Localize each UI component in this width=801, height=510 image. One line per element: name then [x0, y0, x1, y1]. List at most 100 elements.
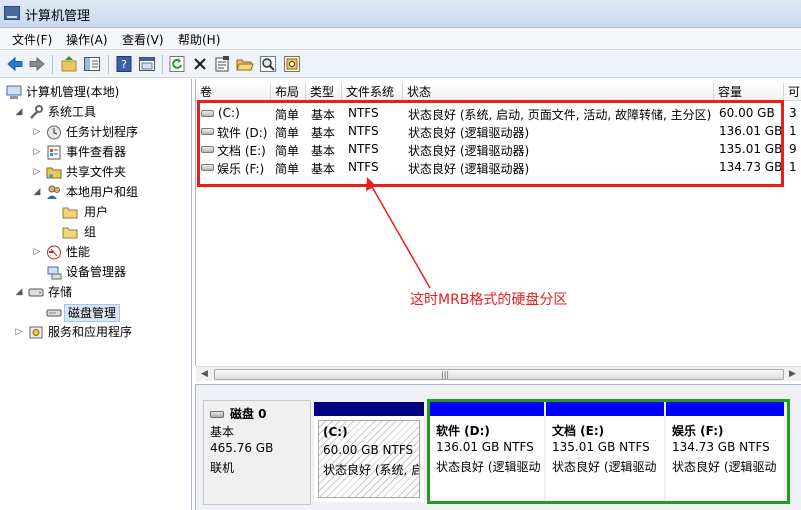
column-status[interactable]: 状态	[403, 83, 714, 101]
event-viewer-icon	[46, 145, 62, 160]
tree-item-storage[interactable]: ◢ 存储	[4, 283, 184, 302]
refresh-icon[interactable]	[168, 55, 186, 73]
clock-icon	[46, 125, 62, 140]
disk-size: 465.76 GB	[210, 441, 274, 455]
help-icon[interactable]: ?	[115, 55, 133, 73]
tree-item-task-scheduler[interactable]: ▷ 任务计划程序	[4, 123, 184, 142]
highlight-box	[197, 100, 784, 187]
delete-icon[interactable]	[191, 55, 209, 73]
tree-label: 性能	[66, 245, 91, 259]
computer-management-icon	[4, 6, 20, 20]
tree-label: 设备管理器	[66, 265, 127, 279]
column-type[interactable]: 类型	[306, 83, 342, 101]
users-icon	[46, 185, 62, 200]
console-view-icon[interactable]	[138, 55, 156, 73]
extended-partition-border	[427, 399, 790, 504]
menu-view[interactable]: 查看(V)	[122, 31, 164, 48]
tree-label: 本地用户和组	[66, 185, 139, 199]
column-header-row: 卷 布局 类型 文件系统 状态 容量 可	[196, 83, 801, 101]
collapse-arrow-icon[interactable]: ▷	[14, 323, 24, 342]
forward-icon[interactable]	[28, 55, 46, 73]
column-volume[interactable]: 卷	[196, 83, 271, 101]
folder-icon	[62, 205, 78, 220]
collapse-arrow-icon[interactable]: ▷	[32, 243, 42, 262]
tree-label: 系统工具	[48, 105, 97, 119]
partition-name: (C:)	[323, 425, 348, 439]
show-hide-tree-icon[interactable]	[83, 55, 101, 73]
horizontal-scrollbar[interactable]: ◀ ||| ▶	[196, 366, 801, 381]
expand-arrow-icon[interactable]: ◢	[32, 183, 42, 202]
tree-item-root[interactable]: 计算机管理(本地)	[4, 83, 184, 102]
services-icon	[28, 325, 44, 340]
disk-kind: 基本	[210, 425, 235, 439]
tree-item-event-viewer[interactable]: ▷ 事件查看器	[4, 143, 184, 162]
tree-label: 服务和应用程序	[48, 325, 133, 339]
storage-icon	[28, 285, 44, 300]
tools-icon	[28, 105, 44, 120]
search-icon[interactable]	[259, 55, 277, 73]
device-manager-icon	[46, 265, 62, 280]
tree-item-shared-folders[interactable]: ▷ 共享文件夹	[4, 163, 184, 182]
expand-arrow-icon[interactable]: ◢	[14, 103, 24, 122]
disk-title: 磁盘 0	[210, 405, 300, 421]
settings-icon[interactable]	[283, 55, 301, 73]
cell-free: 3	[789, 106, 797, 120]
collapse-arrow-icon[interactable]: ▷	[32, 143, 42, 162]
column-free[interactable]: 可	[784, 83, 801, 101]
disk-info-panel[interactable]: 磁盘 0 基本 465.76 GB 联机	[203, 400, 311, 505]
toolbar: ?	[0, 51, 801, 78]
partition-status: 状态良好 (系统, 启	[323, 463, 420, 477]
disk-state: 联机	[210, 461, 235, 475]
tree-item-performance[interactable]: ▷ 性能	[4, 243, 184, 262]
column-layout[interactable]: 布局	[271, 83, 306, 101]
collapse-arrow-icon[interactable]: ▷	[32, 123, 42, 142]
properties-icon[interactable]	[213, 55, 231, 73]
menu-action[interactable]: 操作(A)	[66, 31, 108, 48]
partition-size: 60.00 GB NTFS	[323, 443, 414, 457]
tree-item-system-tools[interactable]: ◢ 系统工具	[4, 103, 184, 122]
expand-arrow-icon[interactable]: ◢	[14, 283, 24, 302]
disk-name: 磁盘 0	[230, 407, 267, 421]
tree-item-users[interactable]: 用户	[4, 203, 184, 222]
menu-file[interactable]: 文件(F)	[12, 31, 52, 48]
column-filesystem[interactable]: 文件系统	[342, 83, 403, 101]
open-folder-icon[interactable]	[236, 55, 254, 73]
tree-item-groups[interactable]: 组	[4, 223, 184, 242]
partition-bar	[314, 402, 424, 416]
tree-label: 计算机管理(本地)	[26, 85, 120, 99]
menu-bar: 文件(F) 操作(A) 查看(V) 帮助(H)	[0, 28, 801, 50]
tree-label: 磁盘管理	[64, 304, 121, 322]
scroll-right-icon[interactable]: ▶	[785, 368, 800, 381]
svg-text:?: ?	[121, 58, 127, 71]
tree-item-local-users[interactable]: ◢ 本地用户和组	[4, 183, 184, 202]
menu-help[interactable]: 帮助(H)	[178, 31, 220, 48]
collapse-arrow-icon[interactable]: ▷	[32, 163, 42, 182]
tree-item-device-manager[interactable]: 设备管理器	[4, 263, 184, 282]
tree-label: 存储	[48, 285, 73, 299]
window-title: 计算机管理	[25, 9, 91, 24]
performance-icon	[46, 245, 62, 260]
tree-item-services[interactable]: ▷ 服务和应用程序	[4, 323, 184, 342]
back-icon[interactable]	[6, 55, 24, 73]
cell-free: 1	[789, 160, 797, 174]
tree-label: 组	[84, 225, 97, 239]
annotation-text: 这时MRB格式的硬盘分区	[410, 292, 568, 308]
folder-icon	[62, 225, 78, 240]
tree-label: 共享文件夹	[66, 165, 127, 179]
partition-c[interactable]: (C:) 60.00 GB NTFS 状态良好 (系统, 启	[314, 402, 424, 502]
shared-folder-icon	[46, 165, 62, 180]
column-capacity[interactable]: 容量	[714, 83, 784, 101]
navigation-tree: 计算机管理(本地) ◢ 系统工具 ▷ 任务计划程序 ▷ 事件查看器 ▷ 共享文件…	[0, 79, 192, 510]
disk-icon	[210, 411, 224, 418]
tree-item-disk-management[interactable]: 磁盘管理	[4, 303, 184, 322]
title-bar: 计算机管理	[0, 0, 801, 28]
tree-label: 用户	[84, 205, 109, 219]
cell-free: 9	[789, 142, 797, 156]
scroll-left-icon[interactable]: ◀	[197, 368, 212, 381]
scrollbar-thumb[interactable]: |||	[214, 369, 784, 380]
partition-body: (C:) 60.00 GB NTFS 状态良好 (系统, 启	[318, 420, 420, 498]
up-folder-icon[interactable]	[60, 55, 78, 73]
cell-free: 1	[789, 124, 797, 138]
tree-label: 任务计划程序	[66, 125, 139, 139]
tree-label: 事件查看器	[66, 145, 127, 159]
